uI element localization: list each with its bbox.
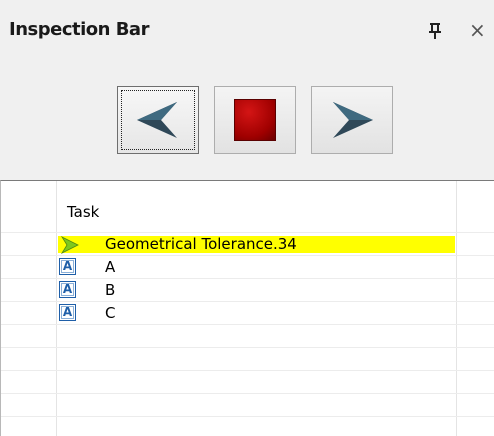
task-label: A (105, 258, 116, 276)
datum-a-icon: A (59, 258, 76, 275)
next-button[interactable] (311, 86, 393, 154)
empty-row (1, 394, 494, 417)
stop-icon (234, 99, 276, 141)
navigation-toolbar (0, 64, 494, 176)
task-row[interactable]: A A (1, 256, 494, 279)
current-task-arrow-icon (61, 236, 79, 254)
inspection-bar-panel: Inspection Bar × Task Geometrical Tolera… (0, 0, 494, 436)
previous-button[interactable] (117, 86, 199, 154)
panel-titlebar: Inspection Bar × (0, 0, 494, 64)
task-grid: Task Geometrical Tolerance.34 A A A B A … (0, 180, 494, 436)
focus-rectangle (121, 90, 195, 150)
task-label: Geometrical Tolerance.34 (105, 235, 297, 253)
task-row[interactable]: Geometrical Tolerance.34 (1, 233, 494, 256)
close-icon[interactable]: × (469, 20, 487, 40)
empty-row (1, 371, 494, 394)
column-header-task[interactable]: Task (67, 203, 99, 221)
arrow-right-icon (333, 102, 373, 138)
datum-a-icon: A (59, 281, 76, 298)
task-label: B (105, 281, 116, 299)
panel-title: Inspection Bar (9, 19, 149, 40)
empty-row (1, 348, 494, 371)
task-label: C (105, 304, 116, 322)
empty-row (1, 325, 494, 348)
task-row[interactable]: A C (1, 302, 494, 325)
pin-icon[interactable] (427, 22, 443, 40)
datum-a-icon: A (59, 304, 76, 321)
task-row[interactable]: A B (1, 279, 494, 302)
grid-header-row: Task (1, 181, 494, 233)
stop-button[interactable] (214, 86, 296, 154)
